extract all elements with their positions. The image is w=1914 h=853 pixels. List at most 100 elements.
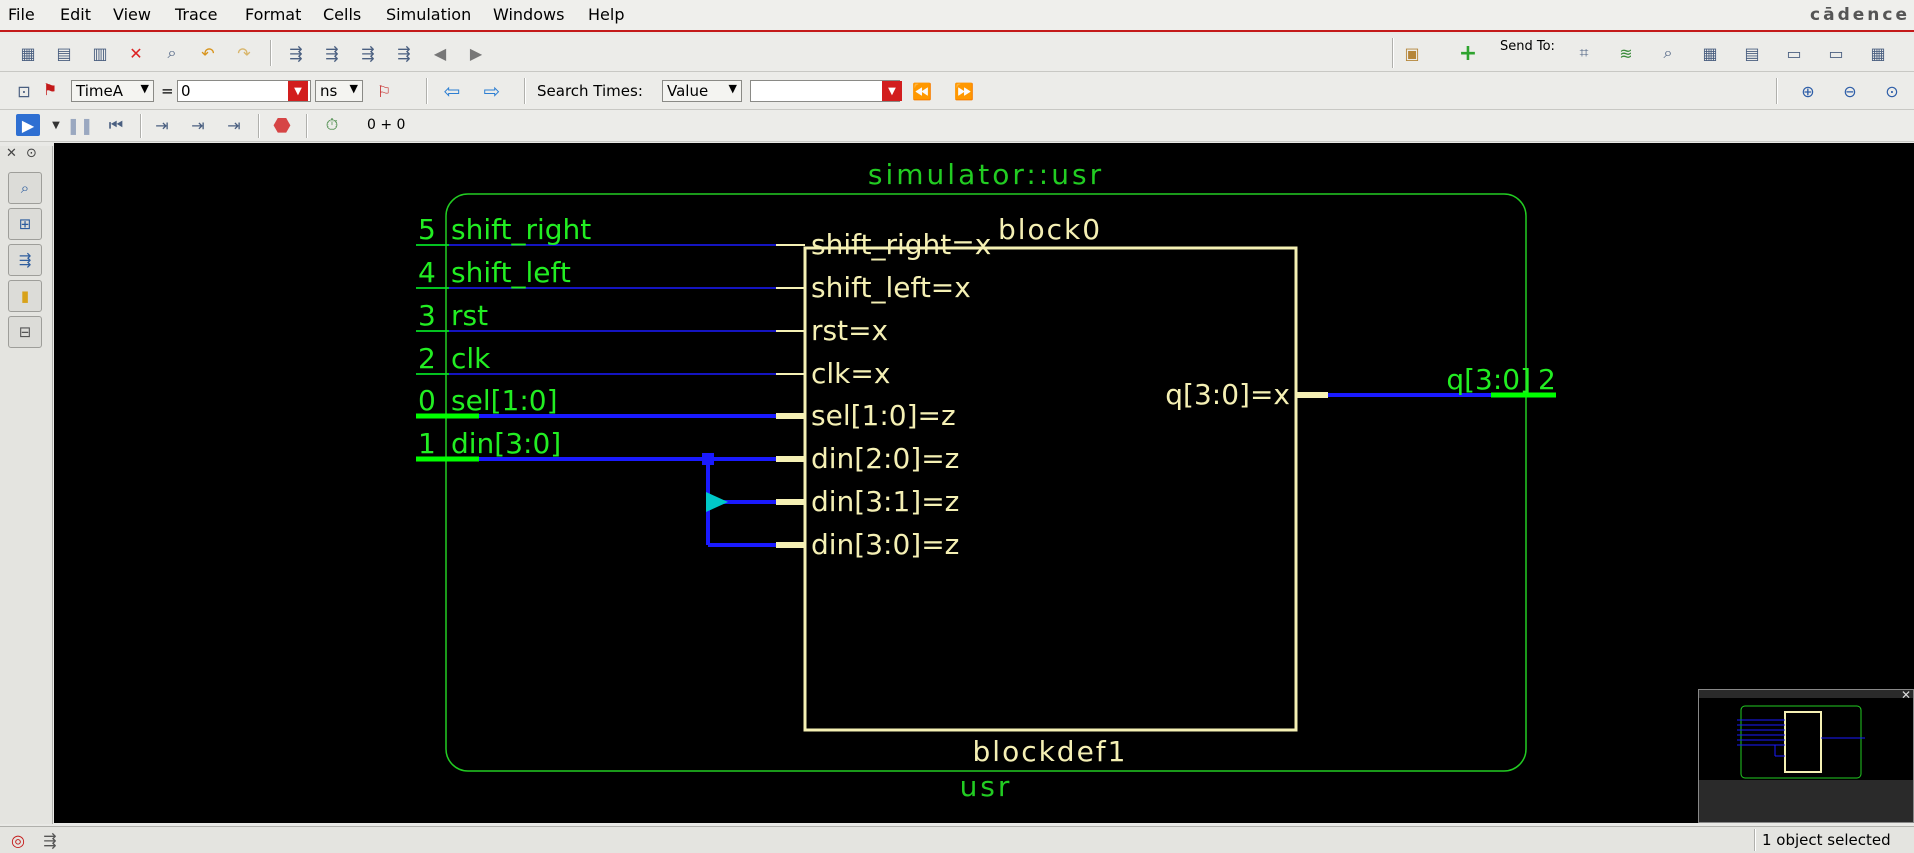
menu-simulation[interactable]: Simulation bbox=[386, 5, 471, 24]
send-waveform-icon[interactable]: ≋ bbox=[1614, 42, 1638, 64]
pin-label: rst=x bbox=[811, 314, 888, 347]
hierarchy-icon[interactable]: ⊞ bbox=[8, 208, 42, 240]
menu-format[interactable]: Format bbox=[245, 5, 301, 24]
port-name: din[3:0] bbox=[451, 427, 561, 460]
menu-bar: File Edit View Trace Format Cells Simula… bbox=[0, 0, 1914, 32]
package-icon[interactable]: ▣ bbox=[1400, 42, 1424, 64]
zoom-fit-icon[interactable]: ⊙ bbox=[1880, 80, 1904, 102]
step-icon[interactable]: ⇥ bbox=[150, 114, 174, 136]
port-name: shift_left bbox=[451, 256, 571, 289]
menu-trace[interactable]: Trace bbox=[175, 5, 217, 24]
search-back-icon[interactable]: ⏪ bbox=[910, 80, 934, 102]
send-schematic-icon[interactable]: ⌗ bbox=[1572, 42, 1596, 64]
overview-panel[interactable]: ✕ bbox=[1698, 688, 1914, 823]
status-connect-icon[interactable]: ⇶ bbox=[38, 829, 62, 851]
search-forward-icon[interactable]: ⏩ bbox=[952, 80, 976, 102]
trace-load-icon[interactable]: ⇶ bbox=[320, 42, 344, 64]
bookmark-icon[interactable]: ▮ bbox=[8, 280, 42, 312]
lock-icon[interactable]: ⊡ bbox=[12, 80, 36, 102]
send-source-icon[interactable]: ▭ bbox=[1824, 42, 1848, 64]
step-out-icon[interactable]: ⇥ bbox=[222, 114, 246, 136]
find-icon[interactable]: ⌕ bbox=[160, 42, 184, 64]
schematic-tracer-icon[interactable]: ⇶ bbox=[8, 244, 42, 276]
trace-all-icon[interactable]: ⇶ bbox=[356, 42, 380, 64]
search-dropdown-button[interactable]: ▼ bbox=[882, 81, 902, 101]
menu-windows[interactable]: Windows bbox=[493, 5, 564, 24]
zoom-in-icon[interactable]: ⊕ bbox=[1796, 80, 1820, 102]
bus-tap-triangle bbox=[706, 492, 728, 512]
status-settings-icon[interactable]: ◎ bbox=[6, 829, 30, 851]
send-icon[interactable]: ⊟ bbox=[8, 316, 42, 348]
add-icon[interactable]: + bbox=[1456, 41, 1480, 66]
bus-junction bbox=[702, 453, 714, 465]
search-mode-select[interactable]: Value ▼ bbox=[662, 80, 742, 102]
send-browser-icon[interactable]: ⌕ bbox=[1656, 42, 1680, 64]
send-memory-icon[interactable]: ▭ bbox=[1782, 42, 1806, 64]
port-index: 3 bbox=[418, 299, 436, 332]
trace-fanout-icon[interactable]: ⇶ bbox=[392, 42, 416, 64]
run-options-icon[interactable]: ▼ bbox=[44, 114, 68, 136]
menu-help[interactable]: Help bbox=[588, 5, 624, 24]
port-index: 0 bbox=[418, 384, 436, 417]
send-design-icon[interactable]: ▦ bbox=[1698, 42, 1722, 64]
cursor-toolbar: ⊡ ⚑ TimeA ▼ = 0 ▼ ns ▼ ⚐ ⇦ ⇨ Search Time… bbox=[0, 72, 1914, 110]
design-browser-icon[interactable]: ⌕ bbox=[8, 172, 42, 204]
main-toolbar: ▦ ▤ ▥ ✕ ⌕ ↶ ↷ ⇶ ⇶ ⇶ ⇶ ◀ ▶ ▣ + Send To: ⌗… bbox=[0, 34, 1914, 72]
copy-icon[interactable]: ▥ bbox=[88, 42, 112, 64]
port-name: clk bbox=[451, 342, 491, 375]
zoom-out-icon[interactable]: ⊖ bbox=[1838, 80, 1862, 102]
menu-cells[interactable]: Cells bbox=[323, 5, 361, 24]
menu-file[interactable]: File bbox=[8, 5, 35, 24]
pin-label: clk=x bbox=[811, 357, 890, 390]
selection-status: 1 object selected bbox=[1762, 831, 1891, 849]
time-unit-select[interactable]: ns ▼ bbox=[315, 80, 363, 102]
sim-time-value: 0 + 0 bbox=[367, 117, 406, 133]
select-icon[interactable]: ▦ bbox=[16, 42, 40, 64]
port-index: 5 bbox=[418, 213, 436, 246]
step-over-icon[interactable]: ⇥ bbox=[186, 114, 210, 136]
reset-icon[interactable]: ⏮ bbox=[104, 114, 128, 136]
sim-time-icon: ⏱ bbox=[325, 115, 339, 134]
delete-icon[interactable]: ✕ bbox=[124, 42, 148, 64]
port-index: 1 bbox=[418, 427, 436, 460]
pin-label: din[3:0]=z bbox=[811, 528, 959, 561]
pin-label: shift_right=x bbox=[811, 228, 991, 261]
send-table-icon[interactable]: ▦ bbox=[1866, 42, 1890, 64]
pin-label: shift_left=x bbox=[811, 271, 971, 304]
stop-icon[interactable]: ⬣ bbox=[270, 113, 294, 137]
trace-back-icon[interactable]: ◀ bbox=[428, 42, 452, 64]
output-port-index: 2 bbox=[1538, 363, 1556, 396]
time-dropdown-button[interactable]: ▼ bbox=[288, 81, 308, 101]
pause-icon[interactable]: ❚❚ bbox=[67, 114, 94, 136]
dock-float-icon[interactable]: ⊙ bbox=[26, 146, 37, 161]
output-pin-label: q[3:0]=x bbox=[1165, 378, 1290, 411]
run-icon[interactable]: ▶ bbox=[16, 114, 40, 136]
next-edge-icon[interactable]: ⇨ bbox=[480, 79, 504, 103]
block-title: block0 bbox=[998, 213, 1102, 246]
prev-edge-icon[interactable]: ⇦ bbox=[440, 79, 464, 103]
port-name: sel[1:0] bbox=[451, 384, 558, 417]
redo-icon[interactable]: ↷ bbox=[232, 42, 256, 64]
send-to-label: Send To: bbox=[1500, 39, 1555, 54]
trace-driver-icon[interactable]: ⇶ bbox=[284, 42, 308, 64]
pin-label: sel[1:0]=z bbox=[811, 399, 956, 432]
cursor-flag-icon[interactable]: ⚑ bbox=[38, 78, 62, 100]
menu-edit[interactable]: Edit bbox=[60, 5, 91, 24]
cursor-select[interactable]: TimeA ▼ bbox=[71, 80, 154, 102]
dock-close-icon[interactable]: ✕ bbox=[6, 146, 17, 161]
port-name: shift_right bbox=[451, 213, 591, 246]
schematic-canvas[interactable]: simulator::usr usr block0 blockdef1 5 sh… bbox=[54, 143, 1914, 823]
output-port-name: q[3:0] bbox=[1446, 363, 1531, 396]
send-register-icon[interactable]: ▤ bbox=[1740, 42, 1764, 64]
marker-icon[interactable]: ⚐ bbox=[372, 80, 396, 102]
scope-boundary[interactable] bbox=[445, 193, 1527, 772]
simulation-toolbar: ▶ ▼ ❚❚ ⏮ ⇥ ⇥ ⇥ ⬣ ⏱ 0 + 0 bbox=[0, 110, 1914, 142]
search-value-input[interactable] bbox=[750, 80, 900, 102]
status-bar: ◎ ⇶ 1 object selected bbox=[0, 826, 1914, 853]
port-index: 2 bbox=[418, 342, 436, 375]
undo-icon[interactable]: ↶ bbox=[196, 42, 220, 64]
block-footer: blockdef1 bbox=[973, 735, 1128, 768]
cut-icon[interactable]: ▤ bbox=[52, 42, 76, 64]
menu-view[interactable]: View bbox=[113, 5, 151, 24]
trace-forward-icon[interactable]: ▶ bbox=[464, 42, 488, 64]
